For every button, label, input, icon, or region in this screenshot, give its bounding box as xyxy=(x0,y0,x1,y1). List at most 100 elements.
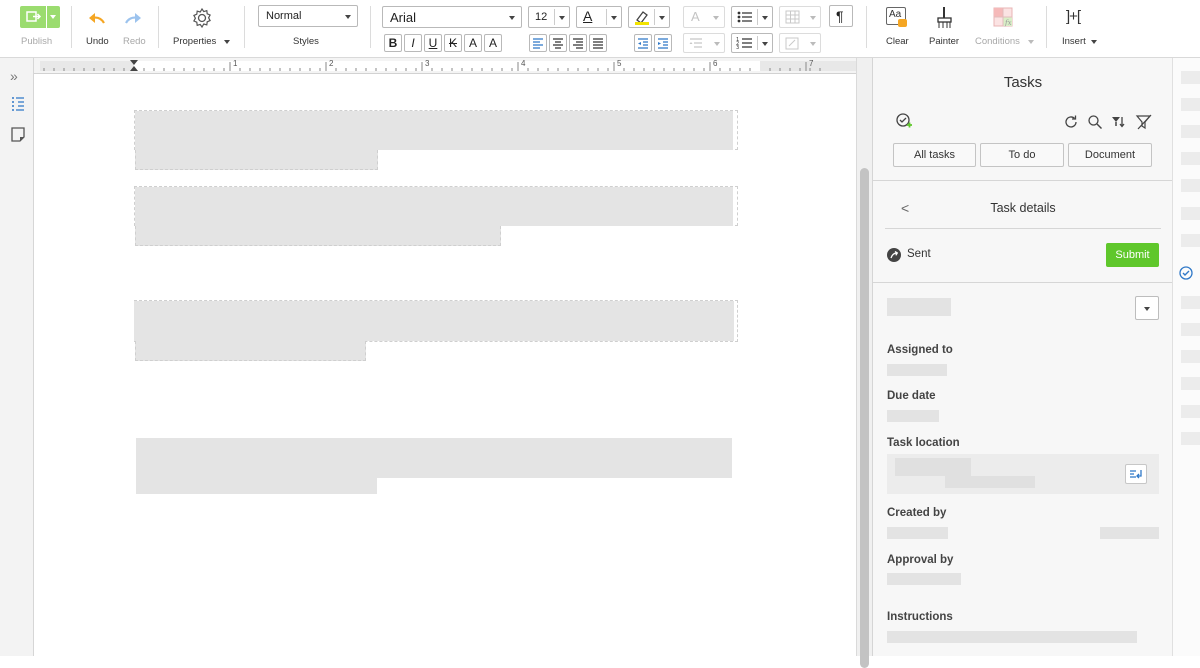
bullet-list-button[interactable] xyxy=(731,6,773,28)
assigned-to-value xyxy=(887,364,947,376)
document-canvas[interactable] xyxy=(34,74,856,656)
text-effect-icon: A xyxy=(691,9,700,24)
align-center-button[interactable] xyxy=(549,34,567,52)
filter-all-tasks[interactable]: All tasks xyxy=(893,143,976,167)
properties-chevron-down-icon[interactable] xyxy=(224,40,230,44)
publish-dropdown[interactable] xyxy=(47,6,60,28)
strikethrough-button[interactable]: K xyxy=(444,34,462,52)
text-line-placeholder xyxy=(135,206,733,226)
align-right-icon xyxy=(573,38,583,49)
conditions-chevron-down-icon[interactable] xyxy=(1028,40,1034,44)
bold-button[interactable]: B xyxy=(384,34,402,52)
painter-label[interactable]: Painter xyxy=(929,36,959,47)
filter-to-do[interactable]: To do xyxy=(980,143,1064,167)
indent-button[interactable] xyxy=(654,34,672,52)
align-right-button[interactable] xyxy=(569,34,587,52)
font-color-icon: A xyxy=(583,8,593,24)
highlight-button[interactable] xyxy=(628,6,670,28)
undo-label[interactable]: Undo xyxy=(86,36,109,47)
submit-button[interactable]: Submit xyxy=(1106,243,1159,267)
italic-button[interactable]: I xyxy=(404,34,422,52)
indent-icon xyxy=(658,38,668,49)
ruler-number: 3 xyxy=(425,59,430,68)
gear-icon[interactable] xyxy=(190,6,214,30)
justify-icon xyxy=(593,38,603,49)
pilcrow-button[interactable]: ¶ xyxy=(829,5,853,27)
superscript-button[interactable]: A xyxy=(464,34,482,52)
add-task-icon[interactable] xyxy=(895,112,913,130)
bullet-list-chevron-down-icon xyxy=(762,16,768,20)
instructions-value xyxy=(887,631,1137,643)
created-date-value xyxy=(1100,527,1159,539)
ruler-number: 5 xyxy=(617,59,622,68)
numbered-list-button[interactable]: 123 xyxy=(731,33,773,53)
conditions-label[interactable]: Conditions xyxy=(975,36,1020,47)
expand-panel-button[interactable]: » xyxy=(10,68,18,84)
task-location-box xyxy=(887,454,1159,494)
conditions-icon[interactable]: fx xyxy=(992,6,1016,30)
paintbrush-icon[interactable] xyxy=(935,5,955,31)
font-size-select[interactable]: 12 xyxy=(528,6,570,28)
text-line-placeholder xyxy=(134,321,734,341)
document-scrollbar[interactable] xyxy=(856,58,872,668)
highlight-chevron-down-icon xyxy=(659,16,665,20)
go-to-location-button[interactable] xyxy=(1125,464,1147,484)
publish-button[interactable] xyxy=(20,6,60,28)
insert-icon[interactable]: ]+[ xyxy=(1066,8,1096,28)
clear-label[interactable]: Clear xyxy=(886,36,909,47)
scrollbar-thumb[interactable] xyxy=(860,168,869,668)
text-line-placeholder xyxy=(136,458,732,478)
refresh-icon[interactable] xyxy=(1063,114,1079,130)
insert-chevron-down-icon[interactable] xyxy=(1091,40,1097,44)
clear-filter-icon[interactable] xyxy=(1135,113,1153,131)
justify-button[interactable] xyxy=(589,34,607,52)
outdent-button[interactable] xyxy=(634,34,652,52)
font-color-button[interactable]: A xyxy=(576,6,622,28)
status-text: Sent xyxy=(907,248,931,260)
left-rail: » xyxy=(0,58,34,656)
undo-icon[interactable] xyxy=(86,10,108,28)
properties-label[interactable]: Properties xyxy=(173,36,216,47)
line-spacing-button[interactable] xyxy=(683,33,725,53)
due-date-label: Due date xyxy=(887,390,936,402)
created-by-value xyxy=(887,527,948,539)
table-icon xyxy=(785,10,800,24)
outline-icon[interactable] xyxy=(10,96,26,112)
cell-button[interactable] xyxy=(779,33,821,53)
underline-button[interactable]: U xyxy=(424,34,442,52)
table-button[interactable] xyxy=(779,6,821,28)
comment-icon[interactable] xyxy=(10,126,26,142)
tasks-panel: Tasks All tasks To do Document < Task de… xyxy=(872,58,1173,656)
styles-label: Styles xyxy=(293,36,319,47)
pilcrow-icon: ¶ xyxy=(836,8,844,24)
text-effect-button[interactable]: A xyxy=(683,6,725,28)
style-select[interactable]: Normal xyxy=(258,5,358,27)
clear-format-icon[interactable]: Aa xyxy=(886,6,910,30)
ruler-number: 4 xyxy=(521,59,526,68)
task-title-placeholder xyxy=(887,298,951,316)
subscript-button[interactable]: A xyxy=(484,34,502,52)
sent-status-icon xyxy=(887,248,901,262)
bullet-list-icon xyxy=(737,11,752,23)
search-icon[interactable] xyxy=(1087,114,1103,130)
task-details-title: Task details xyxy=(990,201,1056,215)
sort-icon[interactable] xyxy=(1111,114,1127,130)
toolbar: Publish Undo Redo Properties Normal Styl… xyxy=(0,0,1200,58)
insert-label[interactable]: Insert xyxy=(1062,36,1086,47)
text-line-placeholder xyxy=(136,438,732,458)
task-options-dropdown[interactable] xyxy=(1135,296,1159,320)
ruler-number: 7 xyxy=(809,59,814,68)
font-color-chevron-down-icon xyxy=(611,16,617,20)
filter-document[interactable]: Document xyxy=(1068,143,1152,167)
tasks-check-icon[interactable] xyxy=(1178,265,1194,281)
align-left-button[interactable] xyxy=(529,34,547,52)
redo-icon[interactable] xyxy=(122,10,144,28)
font-select-value: Arial xyxy=(390,10,417,25)
font-chevron-down-icon xyxy=(509,16,515,20)
font-select[interactable]: Arial xyxy=(382,6,522,28)
cell-icon xyxy=(785,37,799,50)
svg-text:3: 3 xyxy=(736,45,739,51)
due-date-value xyxy=(887,410,939,422)
approval-by-value xyxy=(887,573,961,585)
redo-label[interactable]: Redo xyxy=(123,36,146,47)
